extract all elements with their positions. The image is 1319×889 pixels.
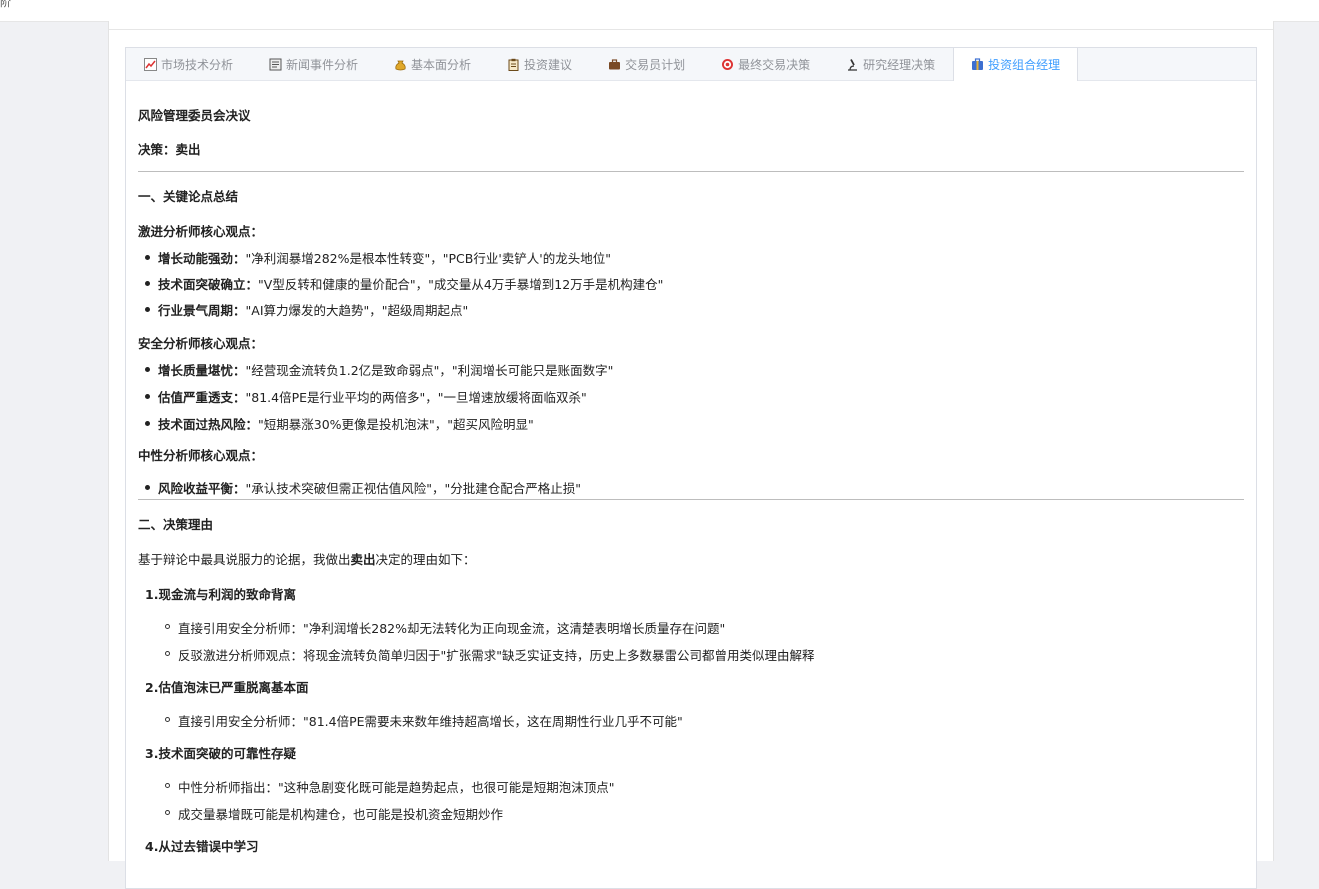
- panel-divider: [109, 29, 1273, 30]
- report-content: 风险管理委员会决议 决策：卖出 一、关键论点总结 激进分析师核心观点： 增长动能…: [126, 81, 1256, 855]
- subsection-title: 激进分析师核心观点：: [138, 224, 264, 239]
- reason-points: 直接引用安全分析师："81.4倍PE需要未来数年维持超高增长，这在周期性行业几乎…: [138, 711, 1244, 738]
- tab-news-events[interactable]: 新闻事件分析: [251, 48, 376, 80]
- list-item: 增长动能强劲："净利润暴增282%是根本性转变"，"PCB行业'卖铲人'的龙头地…: [145, 248, 1244, 274]
- list-item: 行业景气周期："AI算力爆发的大趋势"，"超级周期起点": [145, 300, 1244, 326]
- report-title: 风险管理委员会决议: [138, 108, 251, 123]
- subsection-title: 中性分析师核心观点：: [138, 448, 264, 463]
- tab-label: 最终交易决策: [738, 57, 811, 72]
- target-icon: [721, 58, 734, 71]
- list-item: 中性分析师指出："这种急剧变化既可能是趋势起点，也很可能是短期泡沫顶点": [165, 777, 1244, 804]
- reason-intro: 基于辩论中最具说服力的论据，我做出卖出决定的理由如下：: [138, 552, 476, 567]
- section-title: 二、决策理由: [138, 517, 214, 532]
- tab-label: 市场技术分析: [161, 57, 234, 72]
- tab-research-manager[interactable]: 研究经理决策: [828, 48, 953, 80]
- clipboard-icon: [507, 58, 520, 71]
- tab-trader-plan[interactable]: 交易员计划: [590, 48, 703, 80]
- top-bar-label: 阶: [0, 0, 11, 9]
- divider: [138, 171, 1244, 172]
- tab-label: 新闻事件分析: [286, 57, 359, 72]
- newspaper-icon: [269, 58, 282, 71]
- safe-points: 增长质量堪忧："经营现金流转负1.2亿是致命弱点"，"利润增长可能只是账面数字"…: [138, 360, 1244, 441]
- reason-heading: 2.估值泡沫已严重脱离基本面: [145, 680, 309, 695]
- reason-heading: 3.技术面突破的可靠性存疑: [145, 746, 296, 761]
- portfolio-icon: [971, 58, 984, 71]
- tab-portfolio-manager[interactable]: 投资组合经理: [953, 48, 1079, 81]
- list-item: 直接引用安全分析师："净利润增长282%却无法转化为正向现金流，这清楚表明增长质…: [165, 618, 1244, 645]
- neutral-points: 风险收益平衡："承认技术突破但需正视估值风险"，"分批建仓配合严格止损": [138, 478, 1244, 496]
- reason-points: 直接引用安全分析师："净利润增长282%却无法转化为正向现金流，这清楚表明增长质…: [138, 618, 1244, 672]
- list-item: 技术面突破确立："V型反转和健康的量价配合"，"成交量从4万手暴增到12万手是机…: [145, 274, 1244, 300]
- briefcase-icon: [608, 58, 621, 71]
- tab-label: 研究经理决策: [863, 57, 936, 72]
- reason-points: 中性分析师指出："这种急剧变化既可能是趋势起点，也很可能是短期泡沫顶点" 成交量…: [138, 777, 1244, 831]
- chart-icon: [144, 57, 157, 71]
- list-item: 反驳激进分析师观点：将现金流转负简单归因于"扩张需求"缺乏实证支持，历史上多数暴…: [165, 645, 1244, 672]
- reason-heading: 1.现金流与利润的致命背离: [145, 587, 296, 602]
- top-bar: 阶: [0, 0, 1319, 22]
- tab-investment-advice[interactable]: 投资建议: [489, 48, 590, 80]
- report-card: 市场技术分析 新闻事件分析 基本面分析 投资建议 交易员计划 最终交易决策 研究…: [125, 47, 1257, 889]
- tab-fundamentals[interactable]: 基本面分析: [376, 48, 489, 80]
- tab-market-technical[interactable]: 市场技术分析: [126, 48, 251, 80]
- decision-line: 决策：卖出: [138, 142, 201, 157]
- tab-label: 投资组合经理: [988, 58, 1061, 72]
- money-bag-icon: [394, 58, 407, 71]
- aggressive-points: 增长动能强劲："净利润暴增282%是根本性转变"，"PCB行业'卖铲人'的龙头地…: [138, 248, 1244, 326]
- list-item: 风险收益平衡："承认技术突破但需正视估值风险"，"分批建仓配合严格止损": [145, 478, 1244, 496]
- page-panel: 市场技术分析 新闻事件分析 基本面分析 投资建议 交易员计划 最终交易决策 研究…: [108, 21, 1274, 889]
- list-item: 直接引用安全分析师："81.4倍PE需要未来数年维持超高增长，这在周期性行业几乎…: [165, 711, 1244, 738]
- tab-final-decision[interactable]: 最终交易决策: [703, 48, 828, 80]
- list-item: 技术面过热风险："短期暴涨30%更像是投机泡沫"，"超买风险明显": [145, 414, 1244, 441]
- microscope-icon: [846, 58, 859, 71]
- tab-label: 交易员计划: [625, 57, 686, 72]
- tab-label: 投资建议: [524, 57, 573, 72]
- list-item: 增长质量堪忧："经营现金流转负1.2亿是致命弱点"，"利润增长可能只是账面数字": [145, 360, 1244, 387]
- section-title: 一、关键论点总结: [138, 189, 239, 204]
- list-item: 估值严重透支："81.4倍PE是行业平均的两倍多"，"一旦增速放缓将面临双杀": [145, 387, 1244, 414]
- analysis-tabs: 市场技术分析 新闻事件分析 基本面分析 投资建议 交易员计划 最终交易决策 研究…: [126, 48, 1256, 81]
- subsection-title: 安全分析师核心观点：: [138, 336, 264, 351]
- list-item: 成交量暴增既可能是机构建仓，也可能是投机资金短期炒作: [165, 804, 1244, 831]
- divider: [138, 499, 1244, 500]
- tab-label: 基本面分析: [411, 57, 472, 72]
